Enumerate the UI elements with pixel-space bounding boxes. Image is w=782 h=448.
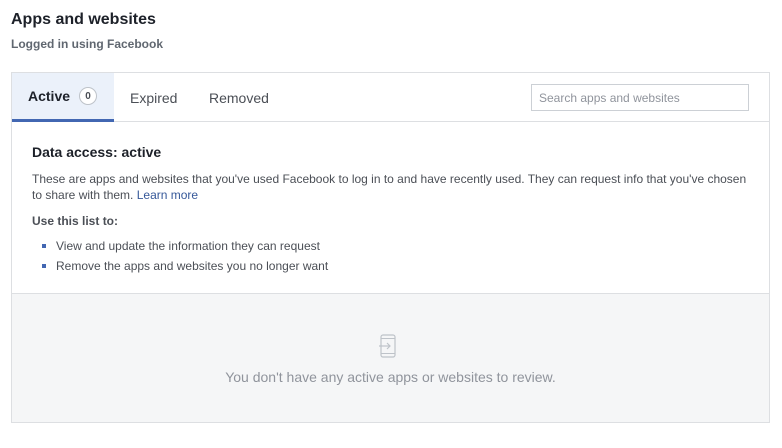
list-item: View and update the information they can… xyxy=(32,236,749,256)
apps-panel: Active 0 Expired Removed Data access: ac… xyxy=(11,72,770,423)
bullet-icon xyxy=(42,264,46,268)
list-item-text: Remove the apps and websites you no long… xyxy=(56,259,329,273)
page-subtitle: Logged in using Facebook xyxy=(11,37,164,51)
empty-state: You don't have any active apps or websit… xyxy=(12,293,769,422)
tab-active-label: Active xyxy=(28,88,71,104)
tab-expired-label: Expired xyxy=(130,89,178,106)
use-list: View and update the information they can… xyxy=(32,236,749,276)
info-heading: Data access: active xyxy=(32,144,162,160)
search-input[interactable] xyxy=(531,84,749,111)
device-login-icon xyxy=(379,334,396,358)
list-item: Remove the apps and websites you no long… xyxy=(32,256,749,276)
empty-state-message: You don't have any active apps or websit… xyxy=(225,369,556,385)
page-title: Apps and websites xyxy=(11,11,156,28)
tab-removed[interactable]: Removed xyxy=(209,73,269,122)
tab-removed-label: Removed xyxy=(209,89,269,106)
bullet-icon xyxy=(42,244,46,248)
list-item-text: View and update the information they can… xyxy=(56,239,320,253)
tab-bar: Active 0 Expired Removed xyxy=(12,73,769,122)
tab-active-count-badge: 0 xyxy=(79,87,98,105)
info-description: These are apps and websites that you've … xyxy=(32,171,752,203)
info-section: Data access: active These are apps and w… xyxy=(12,123,769,293)
learn-more-link[interactable]: Learn more xyxy=(137,188,198,202)
tab-expired[interactable]: Expired xyxy=(130,73,177,122)
tab-active[interactable]: Active 0 xyxy=(12,73,114,122)
use-list-heading: Use this list to: xyxy=(32,214,119,228)
